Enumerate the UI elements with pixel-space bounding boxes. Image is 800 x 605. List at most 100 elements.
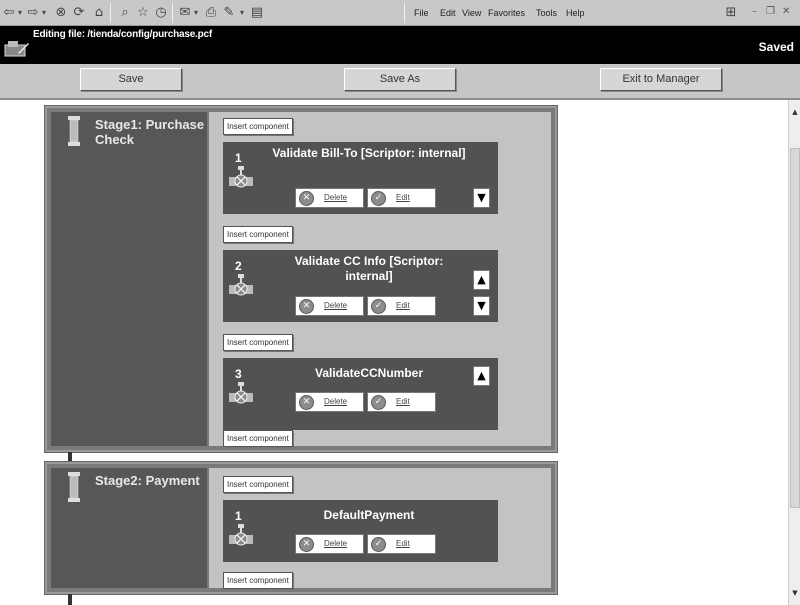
insert-component-button[interactable]: Insert component: [223, 430, 293, 447]
component-card: 1 Validate Bill-To [Scriptor: internal] …: [223, 142, 498, 214]
delete-icon: [299, 395, 314, 410]
minimize-icon[interactable]: –: [752, 5, 757, 19]
edit-icon: [371, 395, 386, 410]
scroll-down-arrow-icon[interactable]: ▼: [789, 587, 800, 599]
history-icon[interactable]: ◷: [154, 4, 168, 21]
stage-label: Stage2: Payment: [95, 473, 200, 488]
delete-icon: [299, 299, 314, 314]
back-dropdown-icon[interactable]: ▾: [16, 4, 24, 21]
restore-icon[interactable]: ❐: [766, 5, 775, 19]
component-card: 1 DefaultPayment Delete Edi: [223, 500, 498, 562]
stage-sidebar: Stage1: Purchase Check: [51, 112, 207, 446]
menu-favorites[interactable]: Favorites: [488, 7, 525, 19]
save-button[interactable]: Save: [80, 68, 182, 91]
delete-button[interactable]: Delete: [295, 534, 364, 554]
edit-button[interactable]: Edit: [367, 534, 436, 554]
edit-link[interactable]: Edit: [396, 193, 410, 202]
edit-icon: [371, 537, 386, 552]
component-card: 2 Validate CC Info [Scriptor: internal] …: [223, 250, 498, 322]
move-up-button[interactable]: ▲: [473, 366, 490, 386]
valve-icon: [229, 166, 253, 188]
component-actions: Delete Edit: [295, 392, 436, 412]
insert-component-button[interactable]: Insert component: [223, 118, 293, 135]
edit-button[interactable]: Edit: [367, 188, 436, 208]
home-icon[interactable]: ⌂: [92, 4, 106, 21]
move-up-button[interactable]: ▲: [473, 270, 490, 290]
menu-tools[interactable]: Tools: [536, 7, 557, 19]
action-bar: Save Save As Exit to Manager: [0, 64, 800, 100]
stage-panel: Stage1: Purchase Check Insert component …: [45, 106, 557, 452]
editor-title-bar: Editing file: /tienda/config/purchase.pc…: [0, 26, 800, 64]
move-down-button[interactable]: ▼: [473, 296, 490, 316]
page-title: Editing file: /tienda/config/purchase.pc…: [33, 29, 213, 40]
component-card: 3 ValidateCCNumber Delete E: [223, 358, 498, 430]
component-index: 2: [235, 259, 242, 273]
move-down-button[interactable]: ▼: [473, 188, 490, 208]
save-status: Saved: [758, 40, 794, 54]
menu-view[interactable]: View: [462, 7, 481, 19]
stage-body: Insert component 1 Validate Bill-To [Scr…: [209, 112, 551, 447]
component-actions: Delete Edit: [295, 188, 436, 208]
edit-link[interactable]: Edit: [396, 301, 410, 310]
edit-button[interactable]: Edit: [367, 392, 436, 412]
close-icon[interactable]: ✕: [782, 5, 790, 19]
save-as-button[interactable]: Save As: [344, 68, 456, 91]
vertical-scrollbar[interactable]: ▲ ▼: [788, 100, 800, 605]
edit-link[interactable]: Edit: [396, 397, 410, 406]
delete-button[interactable]: Delete: [295, 188, 364, 208]
edit-dropdown-icon[interactable]: ▾: [238, 4, 246, 21]
edit-page-icon[interactable]: ✎: [222, 4, 236, 21]
edit-link[interactable]: Edit: [396, 539, 410, 548]
component-name: DefaultPayment: [323, 508, 415, 522]
scroll-thumb[interactable]: [790, 148, 800, 508]
browser-toolbar: ⇦ ▾ ⇨ ▾ ⊗ ⟳ ⌂ ⌕ ☆ ◷ ✉ ▾ ⎙ ✎ ▾ ▤ File Edi…: [0, 0, 800, 26]
forward-dropdown-icon[interactable]: ▾: [40, 4, 48, 21]
windows-logo-icon: ⊞: [725, 5, 737, 20]
pipeline-editor: Stage1: Purchase Check Insert component …: [0, 100, 788, 605]
file-edit-icon: [4, 41, 29, 57]
favorites-icon[interactable]: ☆: [136, 4, 150, 21]
delete-icon: [299, 191, 314, 206]
valve-icon: [229, 382, 253, 404]
insert-component-button[interactable]: Insert component: [223, 572, 293, 589]
component-index: 1: [235, 151, 242, 165]
menu-edit[interactable]: Edit: [440, 7, 456, 19]
stop-icon[interactable]: ⊗: [54, 4, 68, 21]
delete-link[interactable]: Delete: [324, 397, 347, 406]
pipe-icon: [68, 116, 80, 146]
component-name: Validate CC Info [Scriptor: internal]: [294, 254, 444, 283]
mail-icon[interactable]: ✉: [178, 4, 192, 21]
menu-help[interactable]: Help: [566, 7, 585, 19]
delete-button[interactable]: Delete: [295, 392, 364, 412]
mail-dropdown-icon[interactable]: ▾: [192, 4, 200, 21]
delete-button[interactable]: Delete: [295, 296, 364, 316]
component-index: 1: [235, 509, 242, 523]
discuss-icon[interactable]: ▤: [250, 4, 264, 21]
scroll-up-arrow-icon[interactable]: ▲: [789, 106, 800, 118]
stage-panel: Stage2: Payment Insert component 1 Defau…: [45, 462, 557, 594]
refresh-icon[interactable]: ⟳: [72, 4, 86, 21]
insert-component-button[interactable]: Insert component: [223, 226, 293, 243]
edit-icon: [371, 191, 386, 206]
back-icon[interactable]: ⇦: [2, 4, 16, 21]
exit-to-manager-button[interactable]: Exit to Manager: [600, 68, 722, 91]
print-icon[interactable]: ⎙: [204, 4, 218, 21]
stage-body: Insert component 1 DefaultPayment Delete: [209, 468, 551, 589]
component-name: Validate Bill-To [Scriptor: internal]: [272, 146, 466, 160]
pipe-icon: [68, 472, 80, 502]
edit-button[interactable]: Edit: [367, 296, 436, 316]
stage-label: Stage1: Purchase Check: [95, 117, 205, 147]
delete-link[interactable]: Delete: [324, 193, 347, 202]
edit-icon: [371, 299, 386, 314]
component-actions: Delete Edit: [295, 534, 436, 554]
delete-icon: [299, 537, 314, 552]
menu-file[interactable]: File: [414, 7, 429, 19]
insert-component-button[interactable]: Insert component: [223, 476, 293, 493]
insert-component-button[interactable]: Insert component: [223, 334, 293, 351]
search-icon[interactable]: ⌕: [118, 4, 132, 21]
component-actions: Delete Edit: [295, 296, 436, 316]
forward-icon[interactable]: ⇨: [26, 4, 40, 21]
delete-link[interactable]: Delete: [324, 301, 347, 310]
stage-sidebar: Stage2: Payment: [51, 468, 207, 588]
delete-link[interactable]: Delete: [324, 539, 347, 548]
